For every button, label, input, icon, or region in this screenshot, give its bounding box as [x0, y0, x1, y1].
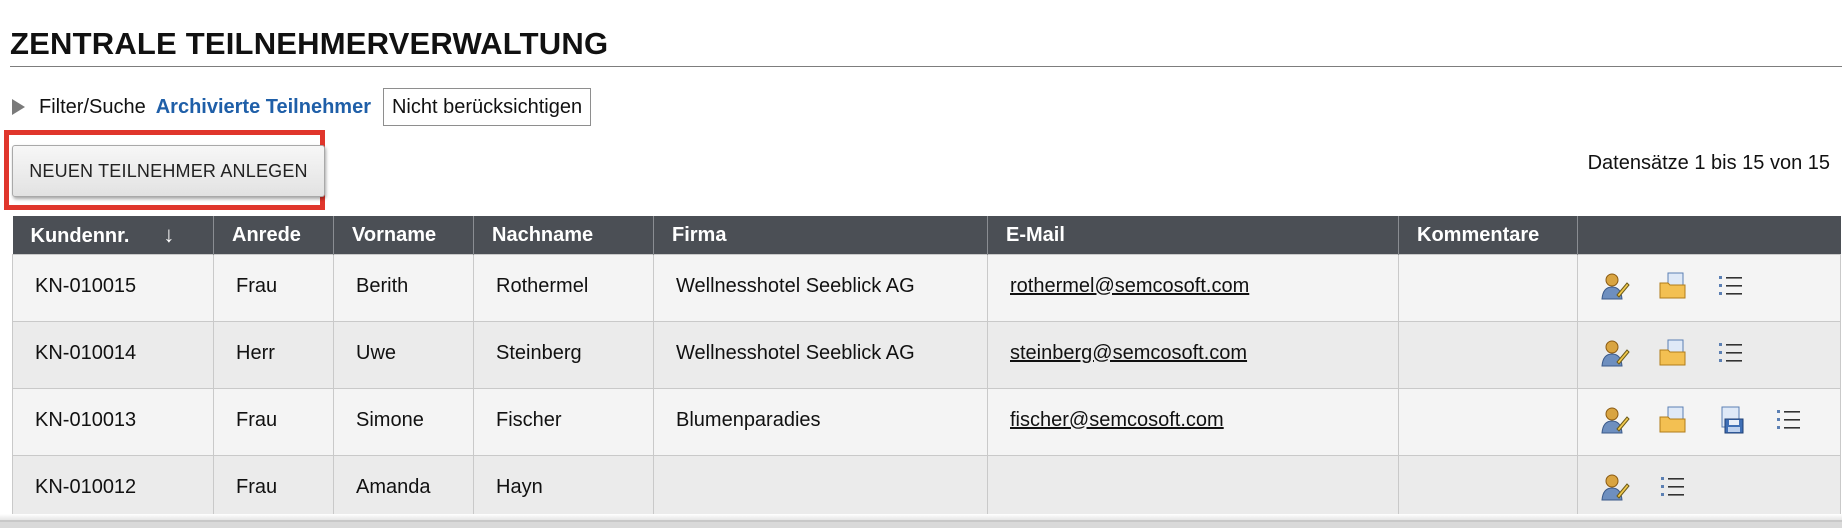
cell-kommentare	[1398, 321, 1578, 389]
cell-actions	[1577, 254, 1841, 322]
sort-descending-icon[interactable]: ↓	[163, 222, 174, 247]
cell-nachname: Hayn	[473, 455, 654, 520]
email-link[interactable]: rothermel@semcosoft.com	[1010, 275, 1249, 297]
cell-actions	[1577, 388, 1841, 456]
cell-anrede: Frau	[213, 254, 334, 322]
cell-email: fischer@semcosoft.com	[987, 388, 1399, 456]
edit-user-icon[interactable]	[1600, 271, 1630, 301]
edit-user-icon[interactable]	[1600, 338, 1630, 368]
cell-vorname: Amanda	[333, 455, 474, 520]
save-document-icon[interactable]	[1716, 405, 1746, 435]
cell-actions	[1577, 321, 1841, 389]
filter-row: Filter/Suche Archivierte Teilnehmer Nich…	[12, 88, 592, 126]
folder-document-icon[interactable]	[1658, 405, 1688, 435]
participant-management-panel: ZENTRALE TEILNEHMERVERWALTUNG Filter/Suc…	[0, 0, 1842, 522]
cell-firma: Wellnesshotel Seeblick AG	[653, 321, 988, 389]
column-header-email[interactable]: E-Mail	[987, 216, 1399, 255]
column-header-kommentare[interactable]: Kommentare	[1398, 216, 1578, 255]
new-participant-button[interactable]: NEUEN TEILNEHMER ANLEGEN	[12, 145, 325, 197]
cell-kundennr: KN-010015	[12, 254, 214, 322]
cell-anrede: Herr	[213, 321, 334, 389]
email-link[interactable]: steinberg@semcosoft.com	[1010, 342, 1247, 364]
cell-nachname: Steinberg	[473, 321, 654, 389]
cell-email: rothermel@semcosoft.com	[987, 254, 1399, 322]
cell-kommentare	[1398, 388, 1578, 456]
bottom-fade	[0, 514, 1842, 520]
cell-actions	[1577, 455, 1841, 520]
cell-firma: Blumenparadies	[653, 388, 988, 456]
list-icon[interactable]	[1658, 472, 1688, 502]
table-row[interactable]: KN-010015 Frau Berith Rothermel Wellness…	[12, 254, 1841, 322]
cell-kommentare	[1398, 455, 1578, 520]
cell-nachname: Rothermel	[473, 254, 654, 322]
cell-vorname: Berith	[333, 254, 474, 322]
cell-nachname: Fischer	[473, 388, 654, 456]
column-header-anrede[interactable]: Anrede	[213, 216, 334, 255]
column-header-nachname[interactable]: Nachname	[473, 216, 654, 255]
cell-email: steinberg@semcosoft.com	[987, 321, 1399, 389]
table-row[interactable]: KN-010014 Herr Uwe Steinberg Wellnesshot…	[12, 321, 1841, 389]
table-row[interactable]: KN-010013 Frau Simone Fischer Blumenpara…	[12, 388, 1841, 456]
edit-user-icon[interactable]	[1600, 405, 1630, 435]
email-link[interactable]: fischer@semcosoft.com	[1010, 409, 1224, 431]
table-header-row: Kundennr. ↓ Anrede Vorname Nachname Firma…	[12, 216, 1841, 255]
cell-anrede: Frau	[213, 388, 334, 456]
cell-anrede: Frau	[213, 455, 334, 520]
title-divider	[10, 66, 1842, 67]
record-count: Datensätze 1 bis 15 von 15	[1587, 152, 1830, 174]
folder-document-icon[interactable]	[1658, 271, 1688, 301]
list-icon[interactable]	[1774, 405, 1804, 435]
cell-firma	[653, 455, 988, 520]
cell-vorname: Simone	[333, 388, 474, 456]
edit-user-icon[interactable]	[1600, 472, 1630, 502]
column-header-actions	[1577, 216, 1841, 255]
table-row[interactable]: KN-010012 Frau Amanda Hayn	[12, 455, 1841, 520]
folder-document-icon[interactable]	[1658, 338, 1688, 368]
archived-filter-select[interactable]: Nicht berücksichtigen	[382, 88, 592, 126]
column-header-kundennr[interactable]: Kundennr. ↓	[12, 216, 214, 255]
column-header-firma[interactable]: Firma	[653, 216, 988, 255]
cell-vorname: Uwe	[333, 321, 474, 389]
list-icon[interactable]	[1716, 338, 1746, 368]
cell-kundennr: KN-010012	[12, 455, 214, 520]
cell-kundennr: KN-010014	[12, 321, 214, 389]
cell-kommentare	[1398, 254, 1578, 322]
cell-firma: Wellnesshotel Seeblick AG	[653, 254, 988, 322]
expand-triangle-icon[interactable]	[12, 99, 25, 115]
column-header-vorname[interactable]: Vorname	[333, 216, 474, 255]
filter-toggle[interactable]: Filter/Suche	[39, 96, 146, 119]
cell-email	[987, 455, 1399, 520]
page-title: ZENTRALE TEILNEHMERVERWALTUNG	[10, 26, 609, 61]
archived-filter-label: Archivierte Teilnehmer	[155, 95, 371, 118]
list-icon[interactable]	[1716, 271, 1746, 301]
cell-kundennr: KN-010013	[12, 388, 214, 456]
participants-table: Kundennr. ↓ Anrede Vorname Nachname Firma…	[12, 216, 1841, 520]
